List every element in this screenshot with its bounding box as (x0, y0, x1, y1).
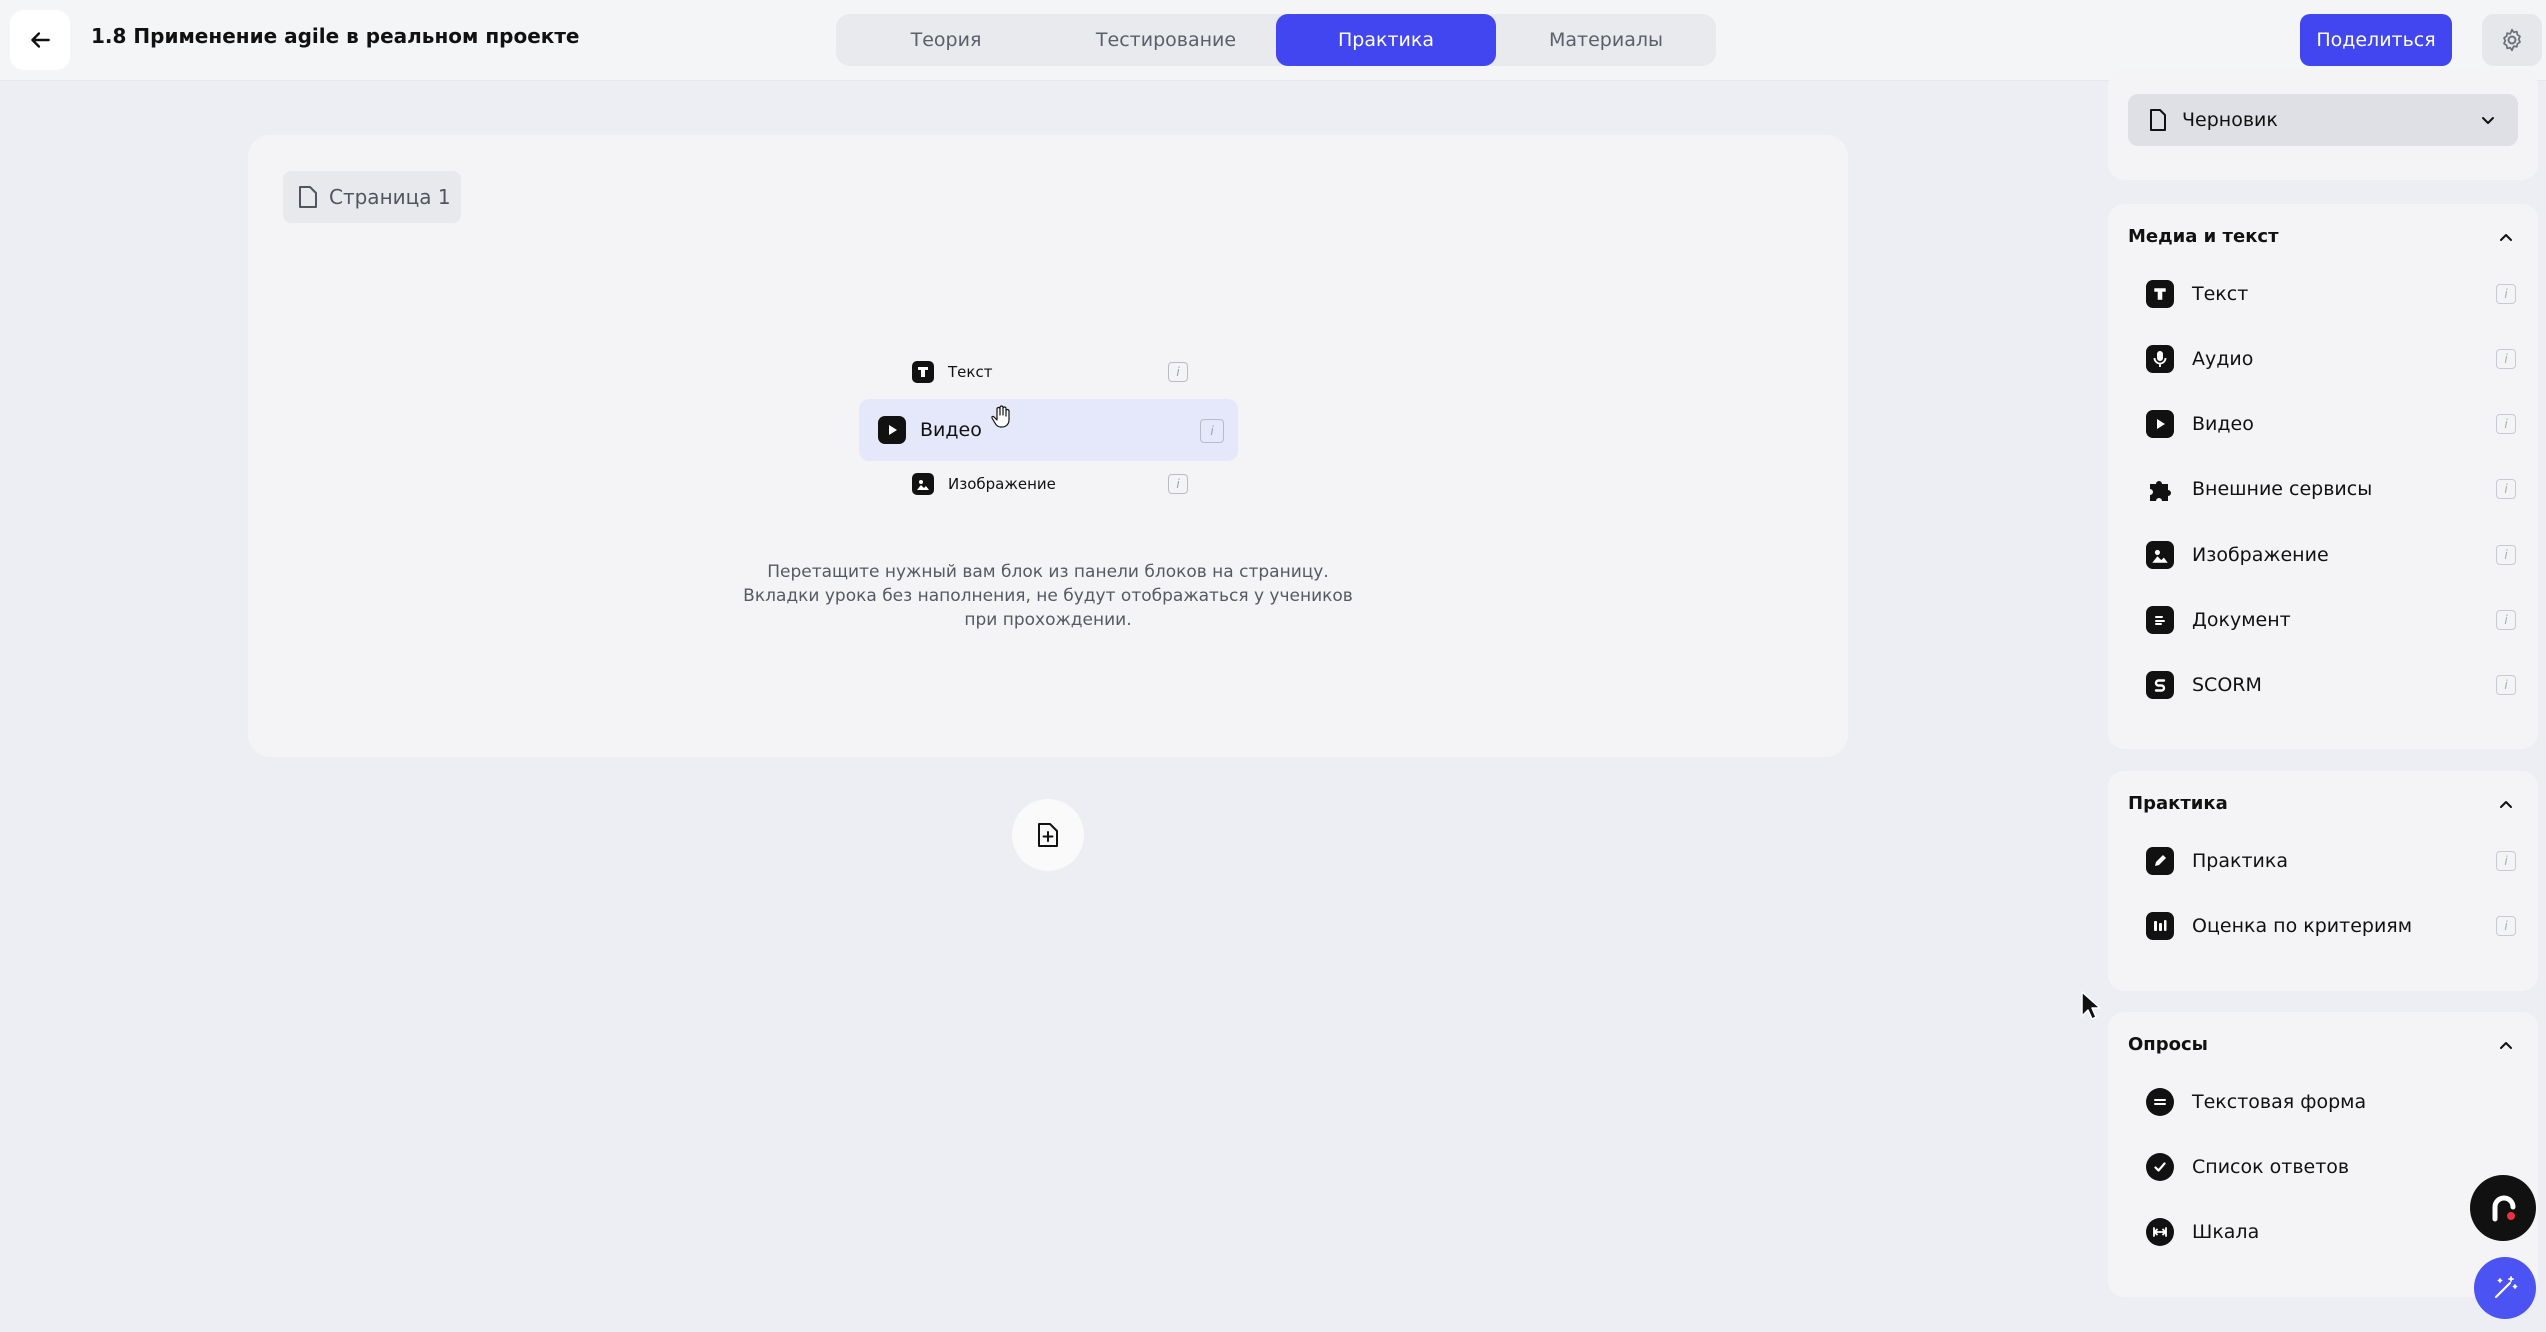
block-label: Аудио (2192, 348, 2254, 370)
block-item-answer-list[interactable]: Список ответов (2146, 1147, 2516, 1187)
page-canvas[interactable]: Страница 1 Текст i Видео i Изображение i… (248, 135, 1848, 757)
info-icon: i (1200, 419, 1224, 443)
magic-wand-icon (2494, 1276, 2518, 1299)
hint-line: при прохождении. (964, 610, 1132, 630)
section-title: Практика (2128, 793, 2228, 814)
section-media-text: Медиа и текст Текст i Аудио i Видео i Вн… (2108, 204, 2538, 749)
criteria-icon (2146, 912, 2174, 940)
play-icon (878, 416, 906, 444)
play-icon (2146, 410, 2174, 438)
info-icon[interactable]: i (2496, 479, 2516, 499)
grab-cursor-icon (990, 404, 1014, 434)
info-icon: i (1168, 362, 1188, 382)
block-label: Список ответов (2192, 1156, 2350, 1178)
document-icon (2146, 606, 2174, 634)
checkmark-icon (2146, 1153, 2174, 1181)
chat-widget-button[interactable] (2470, 1175, 2536, 1241)
info-icon[interactable]: i (2496, 610, 2516, 630)
text-icon (912, 361, 934, 383)
puzzle-icon (2146, 475, 2174, 503)
block-item-scale[interactable]: Шкала (2146, 1212, 2516, 1252)
section-title: Медиа и текст (2128, 226, 2279, 247)
text-form-icon (2146, 1088, 2174, 1116)
block-label: Видео (2192, 413, 2254, 435)
drag-preview-label: Текст (948, 363, 993, 381)
text-icon (2146, 280, 2174, 308)
status-select[interactable]: Черновик (2128, 94, 2518, 146)
mouse-pointer-icon (2080, 990, 2102, 1026)
top-bar: 1.8 Применение agile в реальном проекте … (0, 0, 2546, 81)
block-label: Оценка по критериям (2192, 915, 2413, 937)
arrow-left-icon (31, 32, 50, 48)
page-tab[interactable]: Страница 1 (283, 171, 461, 223)
microphone-icon (2146, 345, 2174, 373)
scale-icon (2146, 1218, 2174, 1246)
block-label: Шкала (2192, 1221, 2260, 1243)
chevron-up-icon[interactable] (2496, 1036, 2516, 1056)
block-item-image[interactable]: Изображение i (2146, 535, 2516, 575)
hint-line: Вкладки урока без наполнения, не будут о… (743, 586, 1353, 606)
image-icon (2146, 541, 2174, 569)
section-polls: Опросы Текстовая форма Список ответов Шк… (2108, 1012, 2538, 1297)
tab-practice[interactable]: Практика (1276, 14, 1496, 66)
drag-preview-video: Видео (878, 416, 982, 444)
empty-hint: Перетащите нужный вам блок из панели бло… (698, 560, 1398, 632)
block-item-video[interactable]: Видео i (2146, 404, 2516, 444)
block-item-practice[interactable]: Практика i (2146, 841, 2516, 881)
tab-materials[interactable]: Материалы (1496, 14, 1716, 66)
status-value: Черновик (2182, 109, 2278, 131)
info-icon[interactable]: i (2496, 349, 2516, 369)
info-icon[interactable]: i (2496, 675, 2516, 695)
lesson-tabs: Теория Тестирование Практика Материалы (836, 14, 1716, 66)
drag-preview-label: Видео (920, 419, 982, 441)
document-outline-icon (2150, 109, 2166, 131)
brand-logo-icon (2492, 1195, 2516, 1222)
page-icon (299, 186, 317, 208)
add-page-button[interactable] (1012, 799, 1084, 871)
block-item-criteria[interactable]: Оценка по критериям i (2146, 906, 2516, 946)
status-card: Черновик (2108, 70, 2538, 180)
hint-line: Перетащите нужный вам блок из панели бло… (767, 562, 1329, 582)
block-label: Текстовая форма (2192, 1091, 2367, 1113)
info-icon[interactable]: i (2496, 851, 2516, 871)
tab-theory[interactable]: Теория (836, 14, 1056, 66)
ai-assistant-button[interactable] (2474, 1257, 2536, 1319)
block-label: Практика (2192, 850, 2289, 872)
block-item-text[interactable]: Текст i (2146, 274, 2516, 314)
add-page-icon (1038, 823, 1058, 847)
block-item-scorm[interactable]: SCORM i (2146, 665, 2516, 705)
scorm-icon (2146, 671, 2174, 699)
gear-icon (2503, 28, 2521, 52)
info-icon[interactable]: i (2496, 414, 2516, 434)
settings-button[interactable] (2482, 14, 2542, 66)
block-label: SCORM (2192, 674, 2262, 696)
block-item-external-services[interactable]: Внешние сервисы i (2146, 469, 2516, 509)
block-item-document[interactable]: Документ i (2146, 600, 2516, 640)
info-icon[interactable]: i (2496, 284, 2516, 304)
page-tab-label: Страница 1 (329, 185, 451, 209)
info-icon[interactable]: i (2496, 916, 2516, 936)
block-item-audio[interactable]: Аудио i (2146, 339, 2516, 379)
back-button[interactable] (10, 10, 70, 70)
block-label: Изображение (2192, 544, 2329, 566)
block-item-text-form[interactable]: Текстовая форма (2146, 1082, 2516, 1122)
drag-preview-text: Текст (912, 361, 992, 383)
block-label: Текст (2192, 283, 2249, 305)
section-practice: Практика Практика i Оценка по критериям … (2108, 771, 2538, 991)
chevron-up-icon[interactable] (2496, 795, 2516, 815)
share-button[interactable]: Поделиться (2300, 14, 2452, 66)
pencil-icon (2146, 847, 2174, 875)
section-title: Опросы (2128, 1034, 2208, 1055)
drag-preview-label: Изображение (948, 475, 1056, 493)
tab-testing[interactable]: Тестирование (1056, 14, 1276, 66)
chevron-down-icon (2482, 117, 2494, 124)
lesson-title: 1.8 Применение agile в реальном проекте (91, 24, 580, 48)
chevron-up-icon[interactable] (2496, 228, 2516, 248)
info-icon[interactable]: i (2496, 545, 2516, 565)
info-icon: i (1168, 474, 1188, 494)
image-icon (912, 473, 934, 495)
drag-preview-image: Изображение (912, 473, 1056, 495)
block-label: Внешние сервисы (2192, 478, 2373, 500)
block-label: Документ (2192, 609, 2291, 631)
